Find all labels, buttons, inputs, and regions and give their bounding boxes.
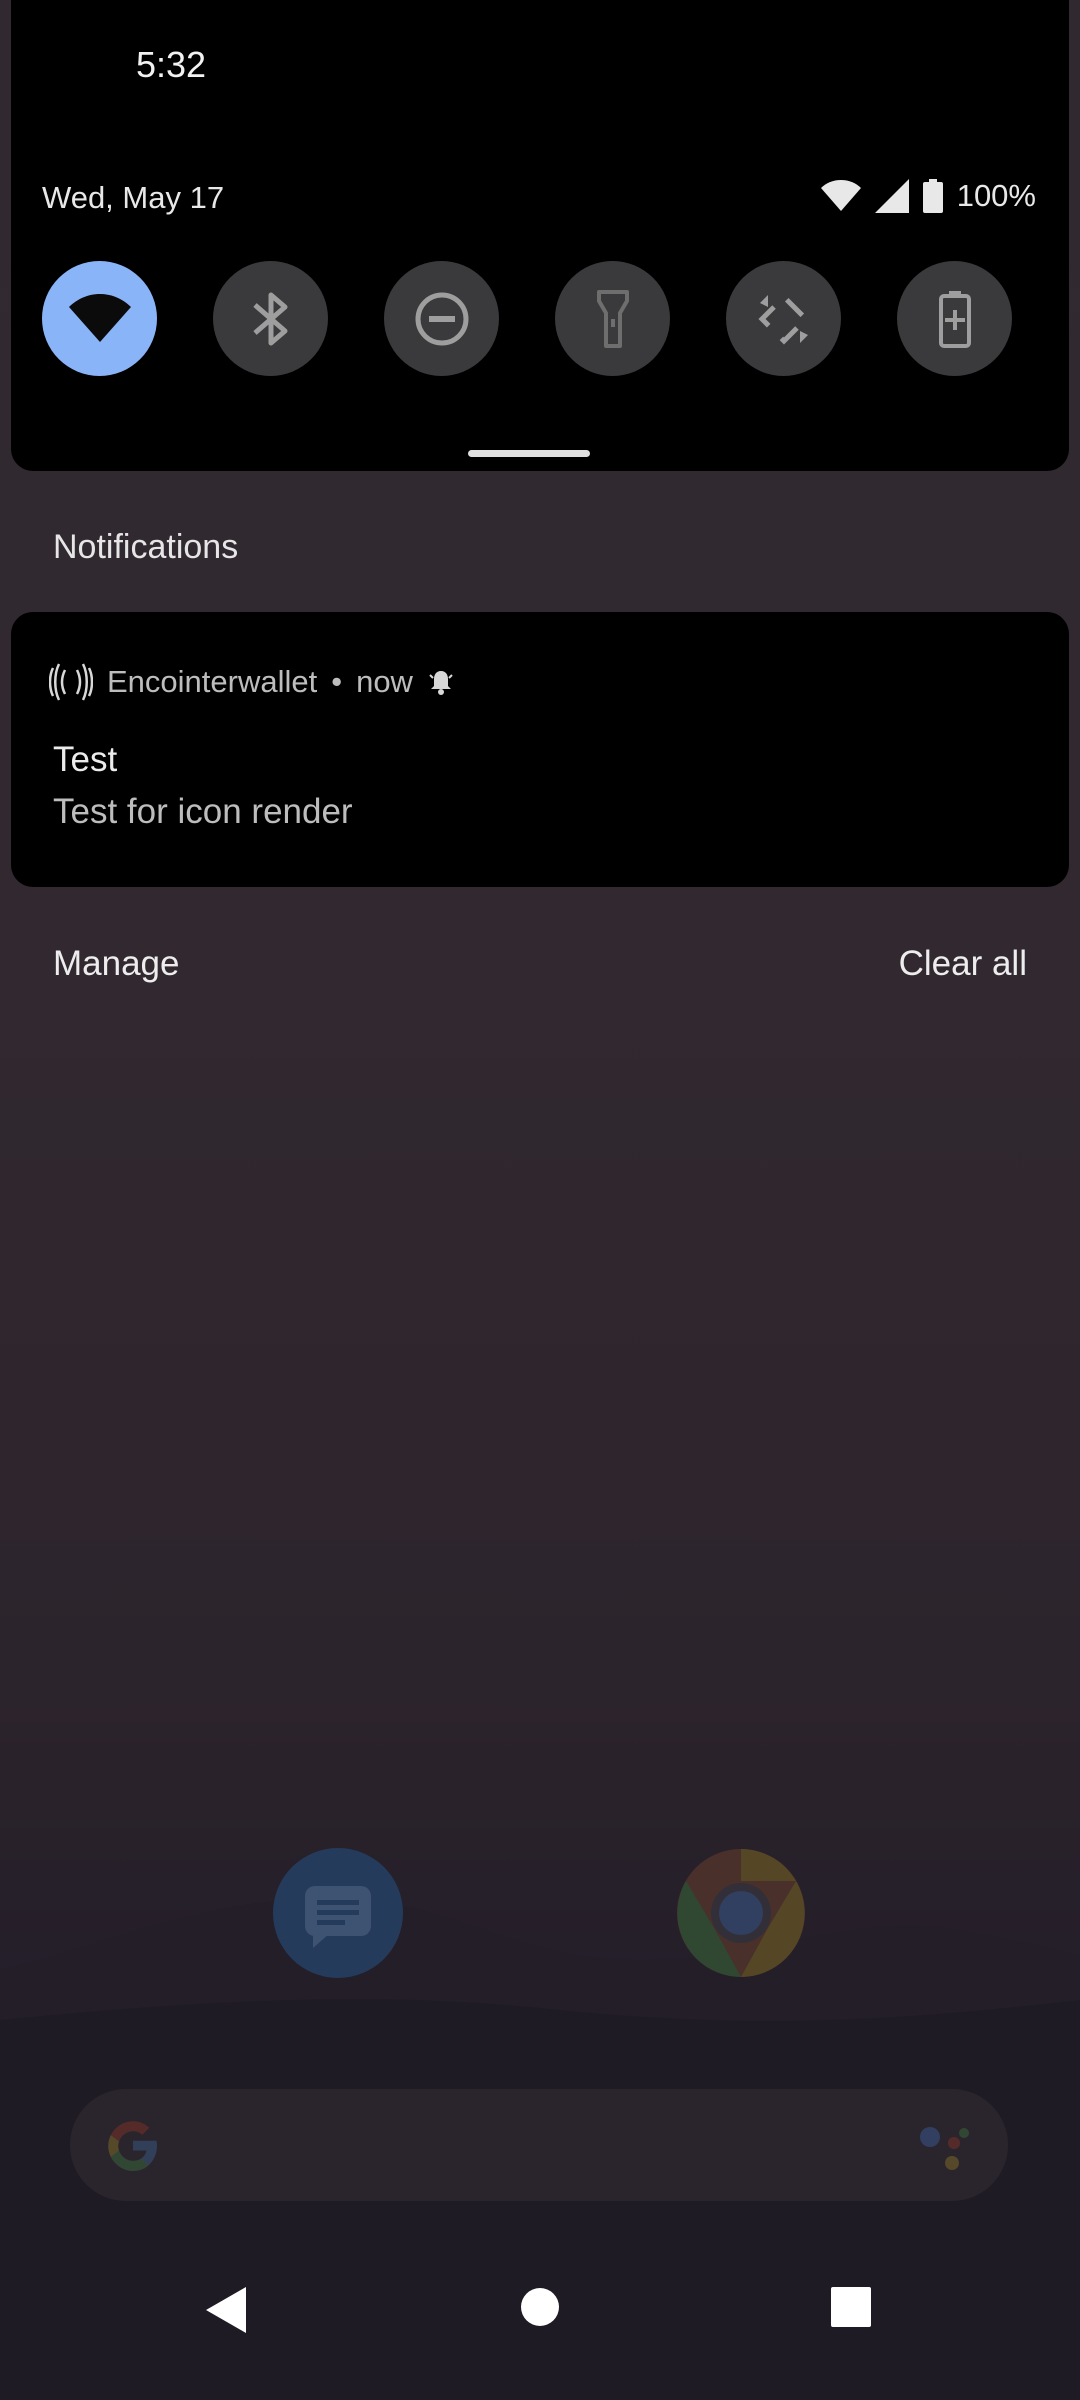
tile-auto-rotate[interactable]	[726, 261, 841, 376]
bluetooth-icon	[252, 292, 287, 345]
cell-signal-icon	[874, 179, 909, 213]
manage-button[interactable]: Manage	[53, 944, 179, 984]
encointer-app-icon	[49, 663, 93, 701]
battery-percent: 100%	[956, 178, 1036, 213]
notification-text: Test for icon render	[53, 792, 353, 831]
notification-separator: •	[331, 664, 343, 699]
tile-flashlight[interactable]	[555, 261, 670, 376]
battery-icon	[922, 179, 943, 213]
qs-drag-handle[interactable]	[468, 450, 590, 457]
notification-card[interactable]: Encointerwallet • now Test Test for icon…	[11, 612, 1069, 887]
notification-header-row: Encointerwallet • now	[49, 662, 455, 702]
wifi-signal-icon	[820, 180, 861, 211]
qs-date[interactable]: Wed, May 17	[42, 180, 224, 216]
clear-all-button[interactable]: Clear all	[899, 944, 1027, 984]
do-not-disturb-icon	[415, 292, 468, 345]
status-bar-clock: 5:32	[136, 44, 207, 85]
quick-settings-tiles	[42, 261, 1012, 376]
alert-bell-icon	[429, 671, 453, 695]
tile-battery-saver[interactable]	[897, 261, 1012, 376]
navigation-bar	[0, 2285, 1080, 2385]
notification-app-name: Encointerwallet	[107, 664, 318, 699]
recents-icon[interactable]	[831, 2287, 871, 2327]
battery-saver-icon	[938, 290, 971, 348]
notification-title: Test	[53, 740, 118, 779]
back-icon[interactable]	[204, 2285, 248, 2335]
notifications-header: Notifications	[53, 528, 239, 566]
auto-rotate-icon	[757, 292, 810, 345]
wifi-icon	[68, 293, 131, 342]
notification-time: now	[356, 664, 413, 699]
home-icon[interactable]	[520, 2287, 560, 2327]
tile-wifi[interactable]	[42, 261, 157, 376]
tile-do-not-disturb[interactable]	[384, 261, 499, 376]
flashlight-icon	[596, 289, 629, 348]
qs-status-icons: 100%	[820, 178, 1036, 214]
tile-bluetooth[interactable]	[213, 261, 328, 376]
